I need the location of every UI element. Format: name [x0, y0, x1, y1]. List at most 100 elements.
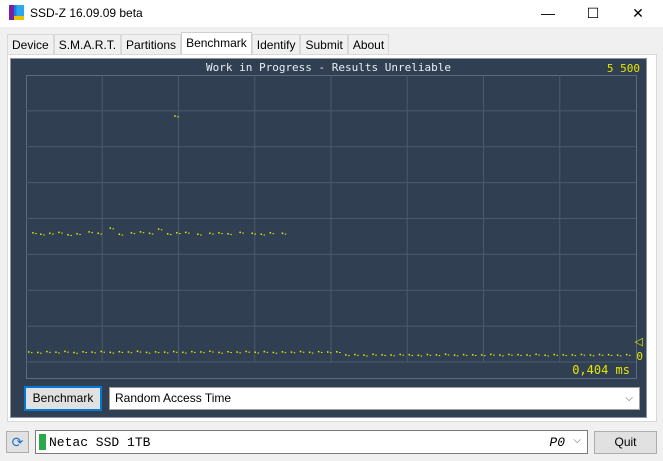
data-point — [399, 353, 401, 356]
data-point — [103, 351, 105, 353]
data-point — [200, 351, 202, 353]
data-point — [616, 354, 619, 356]
maximize-button[interactable]: ☐ — [570, 0, 616, 27]
data-point — [67, 351, 69, 353]
data-point — [28, 351, 30, 353]
tab-identify[interactable]: Identify — [251, 34, 301, 54]
data-point — [290, 351, 293, 353]
data-point — [112, 352, 115, 354]
tab-device[interactable]: Device — [7, 34, 54, 54]
data-point — [218, 351, 220, 354]
data-point — [163, 351, 166, 353]
data-point — [157, 352, 160, 354]
data-point — [320, 351, 323, 353]
data-point — [142, 232, 145, 234]
data-point — [212, 233, 214, 235]
minimize-button[interactable]: — — [525, 0, 571, 27]
data-point — [354, 353, 356, 356]
data-point — [121, 234, 124, 236]
data-point — [381, 354, 383, 356]
app-icon — [9, 5, 24, 20]
data-point — [571, 354, 574, 356]
data-point — [384, 355, 386, 357]
data-point — [94, 352, 96, 354]
data-point — [456, 355, 459, 357]
data-point — [272, 233, 275, 235]
data-point — [281, 232, 284, 235]
data-point — [520, 354, 522, 356]
data-point — [221, 233, 223, 235]
data-point — [453, 354, 456, 356]
data-point — [302, 351, 305, 353]
data-point — [148, 232, 151, 235]
data-point — [37, 351, 39, 354]
device-select[interactable]: Netac SSD 1TB P0 ⌵ — [35, 430, 588, 454]
tab-smart[interactable]: S.M.A.R.T. — [53, 34, 122, 54]
data-point — [248, 351, 250, 353]
data-point — [329, 352, 332, 354]
data-point — [67, 233, 69, 236]
data-point — [565, 355, 568, 357]
data-point — [46, 350, 48, 353]
scatter-plot — [26, 75, 637, 379]
data-point — [130, 232, 133, 234]
quit-button[interactable]: Quit — [594, 431, 657, 454]
data-point — [166, 233, 169, 235]
data-point — [160, 229, 163, 231]
test-type-select[interactable]: Random Access Time ⌵ — [109, 387, 640, 410]
tab-partitions[interactable]: Partitions — [121, 34, 182, 54]
tab-benchmark[interactable]: Benchmark — [181, 32, 252, 54]
benchmark-button[interactable]: Benchmark — [24, 386, 102, 411]
data-point — [308, 351, 311, 354]
data-point — [408, 353, 411, 356]
tab-submit[interactable]: Submit — [300, 34, 348, 54]
data-point — [607, 353, 610, 356]
data-point — [402, 354, 404, 356]
data-point — [526, 354, 528, 356]
data-point — [91, 232, 93, 234]
data-point — [49, 351, 51, 353]
data-point — [100, 350, 102, 353]
data-point — [239, 231, 241, 234]
data-point — [372, 353, 374, 356]
data-point — [109, 227, 112, 229]
data-point — [177, 116, 179, 118]
data-point — [182, 351, 184, 354]
chevron-down-icon: ⌵ — [625, 393, 633, 404]
data-point — [628, 354, 631, 356]
data-point — [227, 350, 229, 353]
data-point — [70, 234, 72, 236]
data-point — [166, 352, 169, 354]
data-point — [465, 354, 468, 356]
data-point — [73, 351, 75, 354]
data-point — [417, 354, 420, 357]
data-point — [589, 354, 592, 356]
data-point — [619, 355, 622, 357]
close-button[interactable]: ✕ — [615, 0, 661, 27]
data-point — [40, 233, 42, 236]
data-point — [511, 354, 513, 356]
data-point — [493, 354, 495, 356]
data-point — [118, 350, 121, 353]
tab-about[interactable]: About — [347, 34, 390, 54]
data-point — [429, 354, 432, 356]
tab-bar: Device S.M.A.R.T. Partitions Benchmark I… — [7, 32, 390, 54]
data-point — [174, 115, 176, 117]
data-point — [348, 355, 350, 357]
refresh-button[interactable]: ⟳ — [6, 431, 29, 453]
data-point — [269, 232, 272, 234]
data-point — [49, 232, 51, 235]
data-point — [197, 233, 199, 236]
data-point — [435, 354, 438, 356]
data-point — [139, 351, 142, 353]
data-point — [230, 351, 232, 353]
data-point — [203, 352, 205, 354]
data-point — [227, 233, 229, 235]
data-point — [562, 354, 565, 356]
data-point — [245, 350, 247, 353]
data-point — [239, 352, 241, 354]
data-point — [58, 352, 60, 354]
data-point — [175, 232, 178, 234]
data-point — [209, 350, 211, 353]
data-point — [130, 352, 133, 354]
